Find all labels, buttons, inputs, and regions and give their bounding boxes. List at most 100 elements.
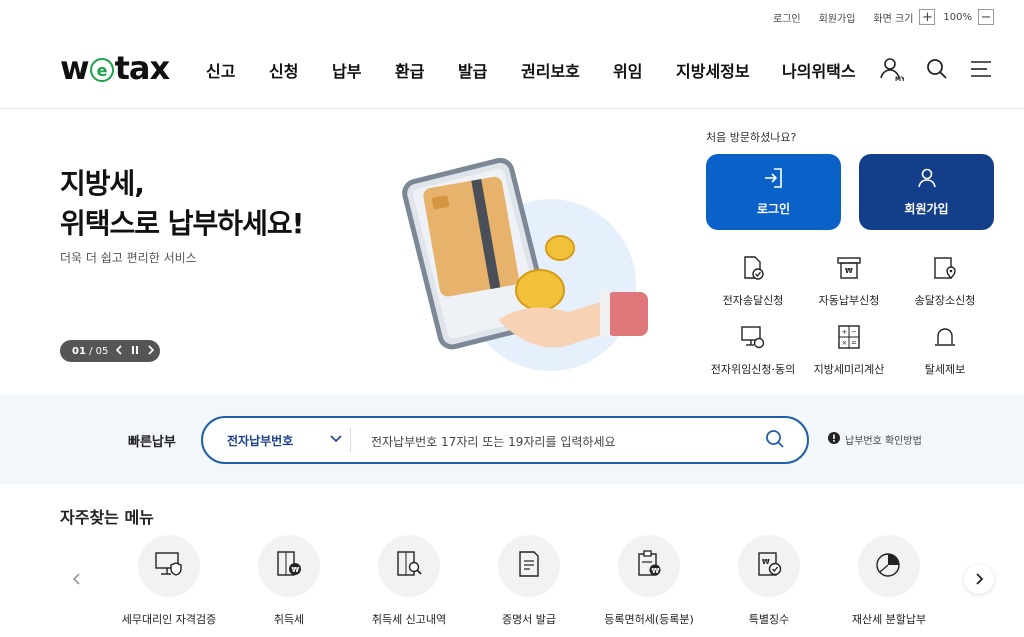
auto-pay-icon: ₩ [836,255,862,284]
header-divider [0,108,1024,109]
svg-text:₩: ₩ [845,267,853,275]
frequent-item-label: 취득세 신고내역 [371,613,447,626]
frequent-item-label: 증명서 발급 [501,613,557,626]
hero-subtitle: 더욱 더 쉽고 편리한 서비스 [60,251,197,265]
zoom-value: 100% [943,11,972,23]
select-divider [350,428,351,452]
frequent-item-circle [138,535,200,597]
pay-number-input[interactable]: 전자납부번호 17자리 또는 19자리를 입력하세요 [371,433,616,450]
svg-text:₩: ₩ [652,567,660,575]
svg-text:=: = [851,339,857,347]
prev-slide-icon[interactable] [114,344,124,358]
nav-item-pay[interactable]: 납부 [332,58,395,82]
hero-pager: 01 / 05 [60,340,160,362]
doc-check-won-icon: ₩ [754,549,784,583]
nav-item-rights[interactable]: 권리보호 [521,58,613,82]
first-visit-text: 처음 방문하셨나요? [706,131,797,144]
zoom-in-button[interactable]: + [919,9,936,25]
svg-text:₩: ₩ [292,566,300,574]
document-check-icon [740,255,766,284]
frequent-next-arrow[interactable] [964,564,994,594]
siren-icon [932,324,958,353]
svg-text:−: − [851,328,857,336]
frequent-item-circle [378,535,440,597]
location-doc-icon [932,255,958,284]
frequent-item[interactable]: 재산세 분할납부 [829,535,949,627]
building-search-icon [394,549,424,583]
utility-bar: 로그인 회원가입 화면 크기 + 100% − [755,8,994,26]
hero-title-line2: 위택스로 납부하세요! [60,207,304,240]
service-label: 탈세제보 [924,363,966,376]
pause-icon[interactable] [130,345,140,358]
user-icon [916,167,938,192]
nav-item-refund[interactable]: 환급 [395,58,458,82]
frequent-item[interactable]: 취득세 신고내역 [349,535,469,627]
service-auto-pay[interactable]: ₩ 자동납부신청 [799,255,899,308]
logo-e-mark: e [89,58,114,82]
nav-item-delegate[interactable]: 위임 [613,58,676,82]
nav-item-issue[interactable]: 발급 [458,58,521,82]
menu-icon[interactable] [970,59,992,83]
monitor-delegate-icon [740,324,766,353]
svg-text:₩: ₩ [762,558,770,566]
frequent-item-label: 등록면허세(등록분) [604,613,694,626]
signup-button[interactable]: 회원가입 [859,154,994,230]
service-tax-calc[interactable]: + − × = 지방세미리계산 [799,324,899,377]
service-label: 자동납부신청 [818,294,880,307]
quick-pay-searchbox: 전자납부번호 전자납부번호 17자리 또는 19자리를 입력하세요 [201,416,809,464]
clipboard-won-icon: ₩ [634,549,664,583]
service-label: 전자위임신청·동의 [710,363,796,376]
pay-number-help-link[interactable]: 납부번호 확인방법 [828,432,922,447]
frequent-item-circle [858,535,920,597]
next-slide-icon[interactable] [146,344,156,358]
frequent-item[interactable]: ₩ 특별징수 [709,535,829,627]
login-button-label: 로그인 [756,202,791,216]
service-e-delivery[interactable]: 전자송달신청 [703,255,803,308]
service-label: 지방세미리계산 [813,363,885,376]
nav-item-local-tax-info[interactable]: 지방세정보 [676,58,782,82]
nav-item-apply[interactable]: 신청 [269,58,332,82]
util-signup-link[interactable]: 회원가입 [819,10,856,25]
hero-title-line1: 지방세, [60,167,145,200]
nav-item-report[interactable]: 신고 [206,58,269,82]
frequent-item[interactable]: ₩ 취득세 [229,535,349,627]
search-icon[interactable] [926,58,948,84]
service-tax-evasion-report[interactable]: 탈세제보 [895,324,995,377]
quick-pay-label: 빠른납부 [128,435,176,450]
frequent-item-circle [498,535,560,597]
util-login-link[interactable]: 로그인 [773,10,801,25]
frequent-item-circle: ₩ [738,535,800,597]
service-delivery-place[interactable]: 송달장소신청 [895,255,995,308]
frequent-item[interactable]: 증명서 발급 [469,535,589,627]
frequent-item[interactable]: ₩ 등록면허세(등록분) [589,535,709,627]
pay-number-help-text: 납부번호 확인방법 [845,436,922,447]
nav-item-my-wetax[interactable]: 나의위택스 [782,58,856,82]
frequent-prev-arrow[interactable] [62,564,92,594]
frequent-item[interactable]: 세무대리인 자격검증 [109,535,229,627]
zoom-label: 화면 크기 [873,13,914,25]
hero-illustration [380,140,670,384]
svg-text:+: + [842,328,848,336]
pay-number-type-select[interactable]: 전자납부번호 [227,432,293,449]
header-icons: MY [878,56,992,86]
zoom-out-button[interactable]: − [978,9,994,25]
building-won-icon: ₩ [274,549,304,583]
quick-pay-search-icon[interactable] [765,429,785,453]
frequent-menu-title: 자주찾는 메뉴 [60,508,154,527]
hero-title: 지방세, 위택스로 납부하세요! [60,164,304,244]
wetax-logo[interactable]: w e tax [60,49,171,87]
login-button[interactable]: 로그인 [706,154,841,230]
calculator-icon: + − × = [836,324,862,353]
my-user-icon[interactable]: MY [878,56,906,86]
service-e-delegation[interactable]: 전자위임신청·동의 [703,324,803,377]
chevron-down-icon[interactable] [329,430,343,449]
frequent-item-label: 특별징수 [748,613,790,626]
frequent-item-label: 세무대리인 자격검증 [121,613,217,626]
logo-text-w: w [60,49,90,87]
info-icon [828,432,840,447]
service-label: 송달장소신청 [914,294,976,307]
my-badge: MY [895,76,904,82]
frequent-item-circle: ₩ [618,535,680,597]
logo-text-tax: tax [114,49,171,87]
frequent-item-label: 재산세 분할납부 [851,613,927,626]
